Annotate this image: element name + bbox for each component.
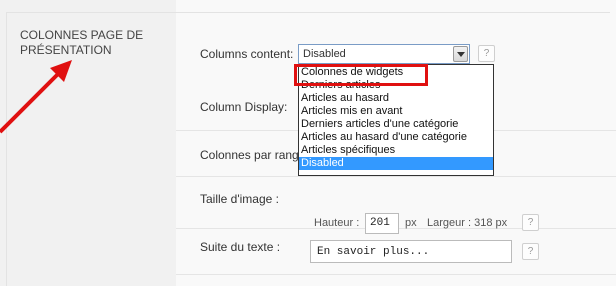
taille-image-label: Taille d'image : — [200, 192, 279, 206]
dropdown-option[interactable]: Articles mis en avant — [299, 105, 493, 118]
dropdown-option-selected[interactable]: Disabled — [299, 157, 493, 170]
dropdown-option[interactable]: Derniers articles d'une catégorie — [299, 118, 493, 131]
dropdown-option[interactable]: Articles spécifiques — [299, 144, 493, 157]
settings-page: COLONNES PAGE DE PRÉSENTATION Columns co… — [0, 0, 616, 286]
suite-texte-input[interactable]: En savoir plus... — [310, 240, 512, 263]
hauteur-label: Hauteur : — [314, 217, 360, 229]
select-value: Disabled — [303, 48, 346, 60]
px-unit-label: px — [405, 217, 417, 229]
help-button-suite-texte[interactable]: ? — [522, 243, 539, 260]
chevron-down-icon[interactable] — [453, 46, 468, 62]
dropdown-option[interactable]: Articles au hasard d'une catégorie — [299, 131, 493, 144]
row-divider — [176, 176, 616, 177]
largeur-label: Largeur : 318 px — [427, 217, 508, 229]
suite-texte-label: Suite du texte : — [200, 240, 281, 254]
colonnes-par-rang-label: Colonnes par rang — [200, 148, 299, 162]
red-highlight-box — [294, 64, 428, 86]
hauteur-input[interactable]: 201 — [365, 213, 399, 234]
dropdown-triangle — [457, 52, 465, 57]
help-button-taille-image[interactable]: ? — [522, 214, 539, 231]
help-button-columns-content[interactable]: ? — [478, 45, 495, 62]
column-display-label: Column Display: — [200, 100, 288, 114]
columns-content-label: Columns content: — [200, 47, 294, 61]
columns-content-select[interactable]: Disabled — [298, 44, 470, 64]
dropdown-option[interactable]: Articles au hasard — [299, 92, 493, 105]
row-divider — [176, 274, 616, 275]
